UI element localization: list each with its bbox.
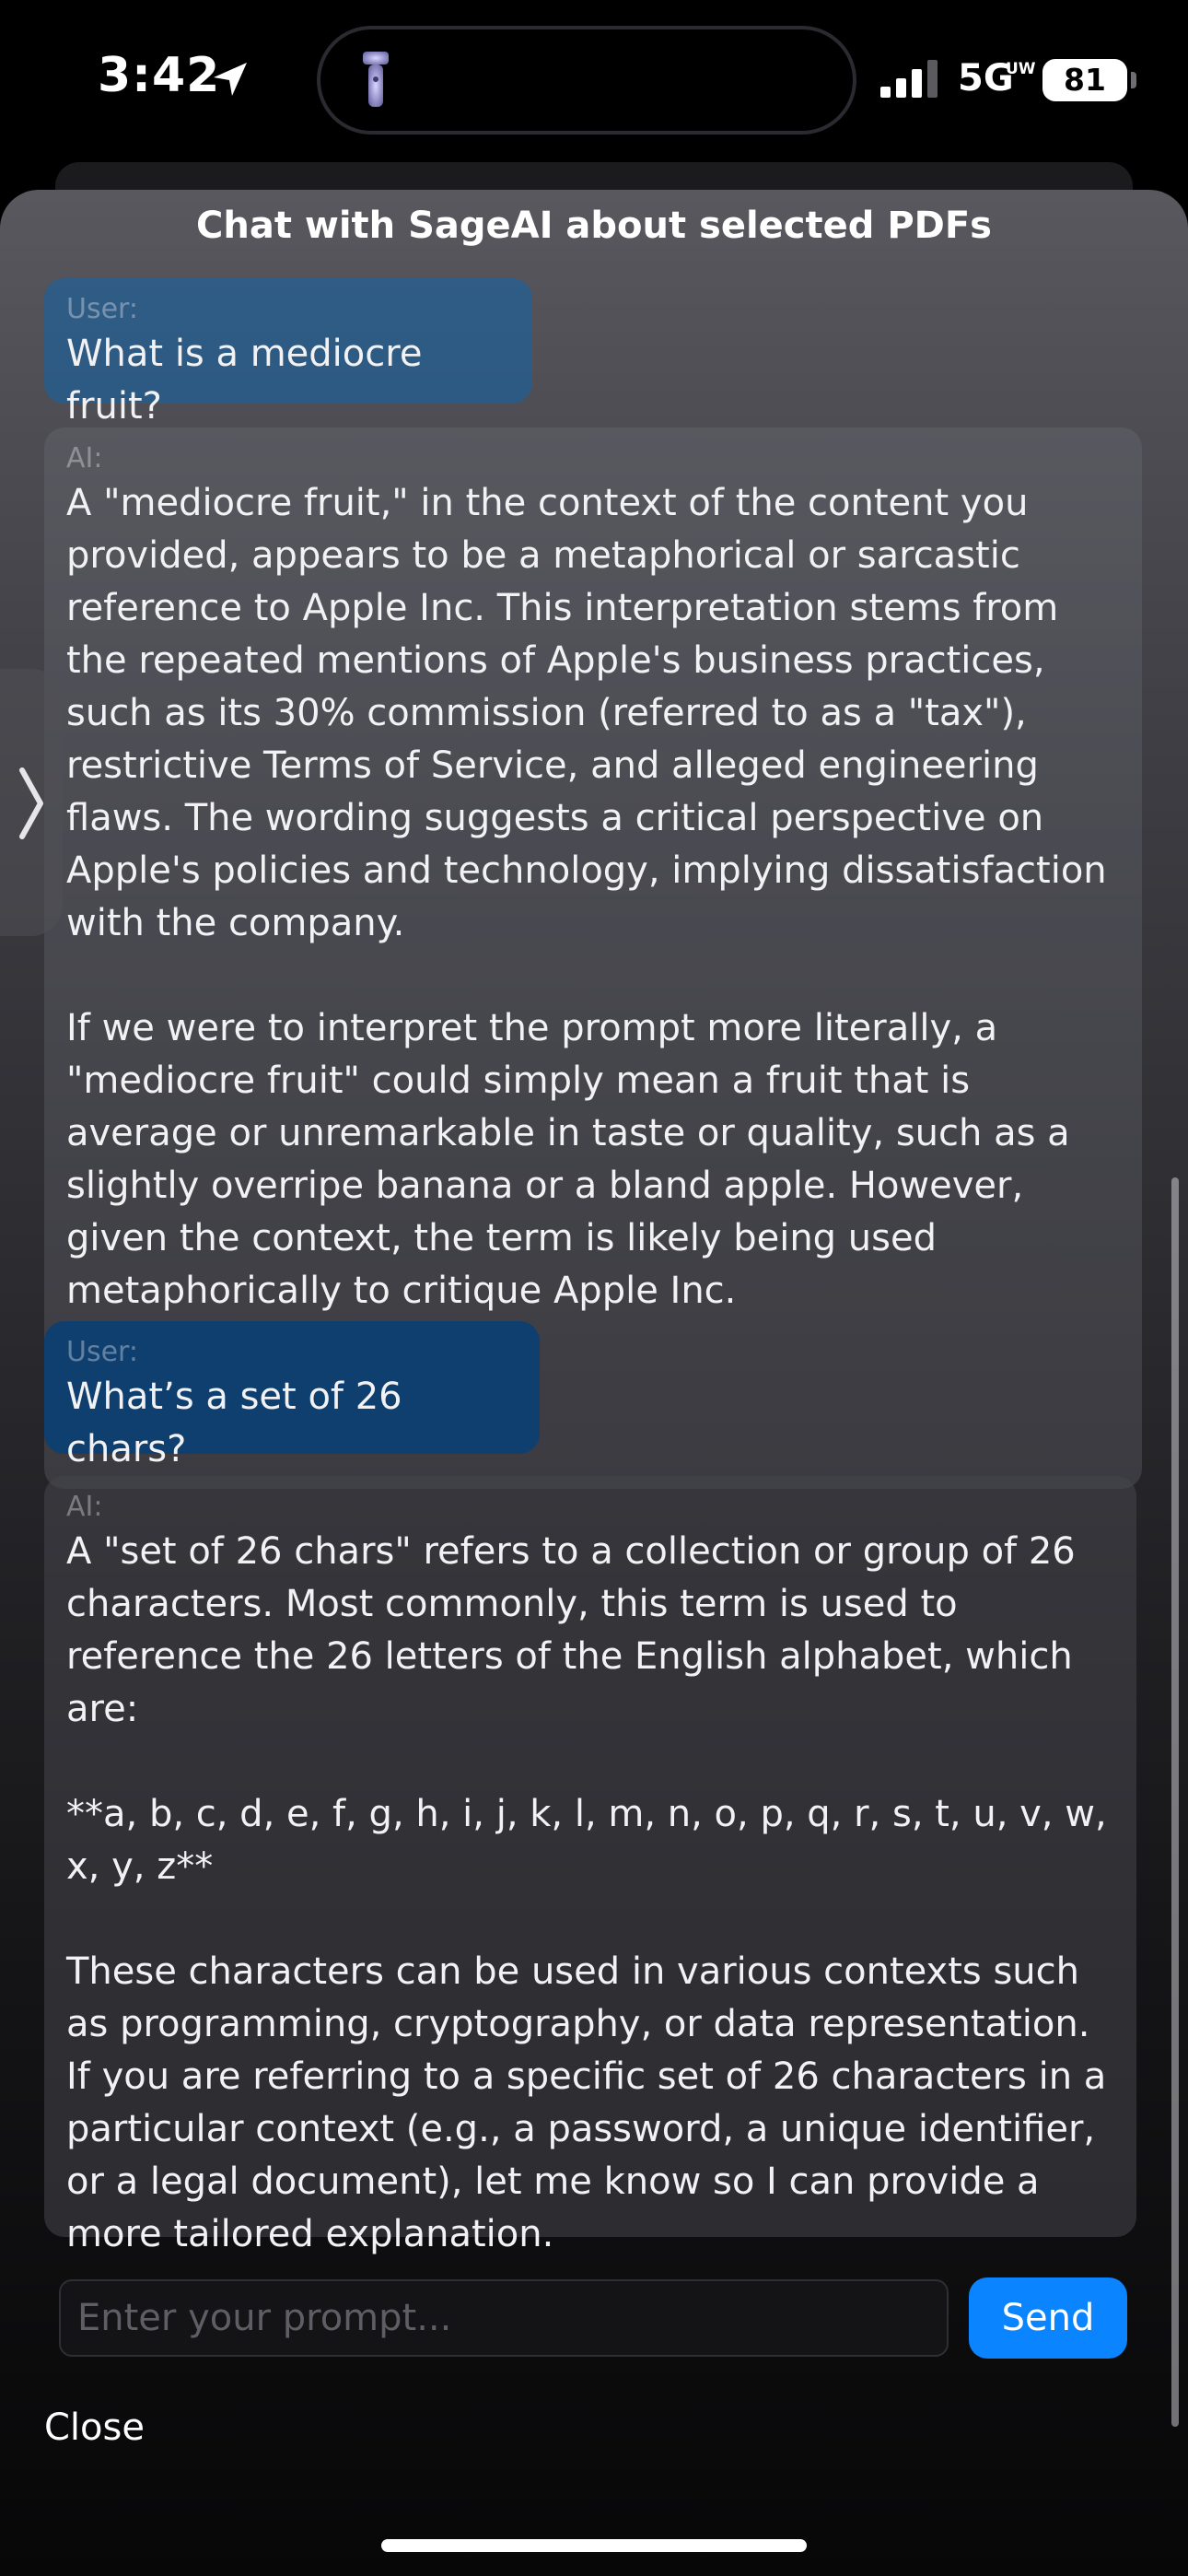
message-role-label: User: [66,293,138,325]
user-message: User: What is a mediocre fruit? [44,278,532,427]
message-role-label: AI: [66,442,103,474]
status-bar: 3:42 5G UW 81 [0,0,1188,161]
chat-sheet: Chat with SageAI about selected PDFs Use… [0,190,1188,2576]
message-text: A "set of 26 chars" refers to a collecti… [66,1530,1107,2255]
message-text: What is a mediocre fruit? [66,333,435,427]
chevron-right-icon [19,767,43,839]
message-role-label: AI: [66,1491,103,1523]
message-text: What’s a set of 26 chars? [66,1376,414,1470]
battery-indicator: 81 [1042,59,1127,101]
home-indicator[interactable] [381,2539,807,2552]
prompt-input[interactable] [59,2279,949,2357]
send-button[interactable]: Send [969,2277,1127,2359]
sheet-title: Chat with SageAI about selected PDFs [196,205,992,247]
close-button[interactable]: Close [44,2406,145,2449]
scrollbar[interactable] [1171,1177,1179,2427]
screen: 3:42 5G UW 81 Chat with SageAI about sel… [0,0,1188,2576]
battery-nub [1131,72,1136,88]
user-message: User: What’s a set of 26 chars? [44,1321,540,1470]
status-time: 3:42 [98,48,221,103]
location-arrow-icon [214,63,247,96]
message-text: A "mediocre fruit," in the context of th… [66,482,1107,1312]
message-role-label: User: [66,1336,138,1368]
cellular-signal-icon [880,60,938,98]
side-panel-toggle[interactable] [0,669,63,936]
flashlight-icon [363,52,389,107]
ai-message: AI: A "set of 26 chars" refers to a coll… [44,1476,1136,2255]
network-superscript: UW [1006,60,1036,78]
dynamic-island [317,26,856,135]
